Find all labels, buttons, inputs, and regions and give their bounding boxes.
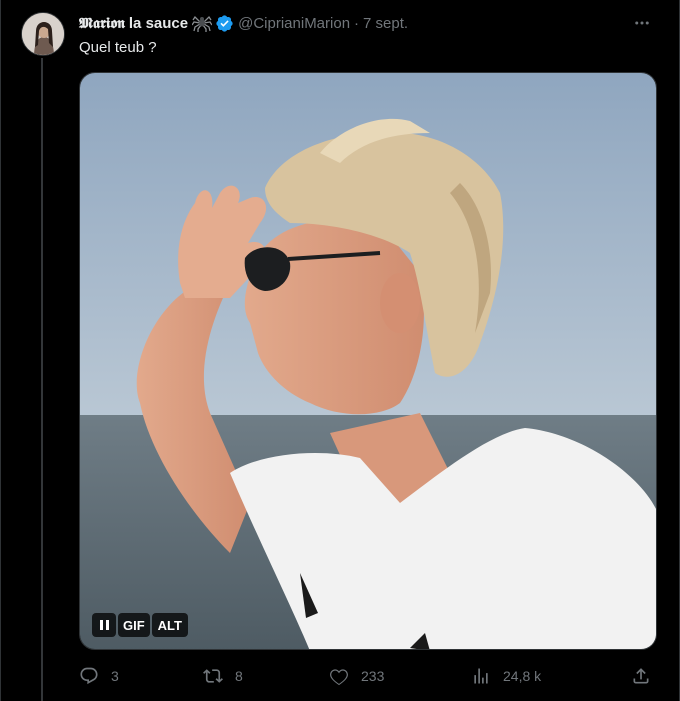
like-button[interactable]: 233 xyxy=(329,664,384,688)
like-count: 233 xyxy=(361,668,385,684)
pause-icon xyxy=(99,620,109,630)
reply-button[interactable]: 3 xyxy=(79,664,119,688)
retweet-count: 8 xyxy=(235,668,243,684)
share-icon xyxy=(633,668,649,684)
alt-text-button[interactable]: ALT xyxy=(151,613,188,637)
display-name[interactable]: la sauce xyxy=(129,15,188,32)
tweet-media-gif[interactable] xyxy=(79,72,657,650)
views-count: 24,8 k xyxy=(503,668,542,684)
avatar[interactable] xyxy=(21,12,65,56)
tweet-text: Quel teub ? xyxy=(79,39,157,56)
verified-badge-icon xyxy=(215,14,234,33)
views-button[interactable]: 24,8 k xyxy=(471,664,541,688)
retweet-icon xyxy=(203,669,223,683)
retweet-button[interactable]: 8 xyxy=(203,664,243,688)
gif-badge: GIF xyxy=(118,613,150,637)
heart-icon xyxy=(330,669,348,686)
thread-line xyxy=(41,58,43,701)
reply-count: 3 xyxy=(111,668,119,684)
share-button[interactable] xyxy=(631,664,651,688)
more-options-button[interactable] xyxy=(630,11,654,35)
reply-icon xyxy=(80,667,98,685)
tweet-header: 𝕸𝖆𝖗𝖎𝖔𝖓 la sauce @CiprianiMarion · 7 sept… xyxy=(79,13,408,33)
tweet-date[interactable]: 7 sept. xyxy=(363,15,408,32)
display-name-styled[interactable]: 𝕸𝖆𝖗𝖎𝖔𝖓 xyxy=(79,14,125,32)
gif-controls: GIF ALT xyxy=(92,613,188,638)
header-separator: · xyxy=(354,14,360,32)
user-handle[interactable]: @CiprianiMarion xyxy=(238,15,350,32)
avatar-image xyxy=(22,13,64,55)
spider-icon xyxy=(192,14,213,32)
timeline-border-left xyxy=(0,0,1,701)
pause-button[interactable] xyxy=(92,613,116,637)
gif-frame xyxy=(80,73,656,649)
more-dots-icon xyxy=(635,21,649,25)
views-chart-icon xyxy=(474,668,488,684)
tweet-actions: 3 8 233 24,8 k xyxy=(79,664,657,688)
